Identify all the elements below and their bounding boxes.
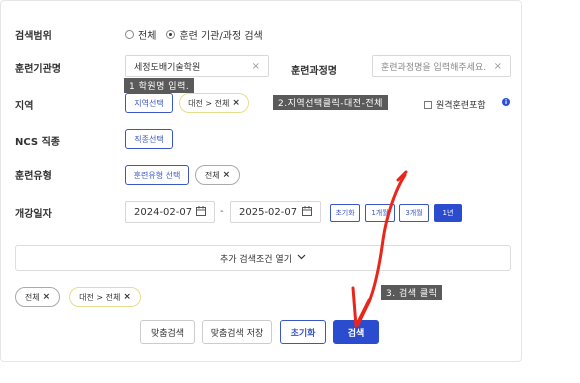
annotation-arrow [351,170,408,328]
